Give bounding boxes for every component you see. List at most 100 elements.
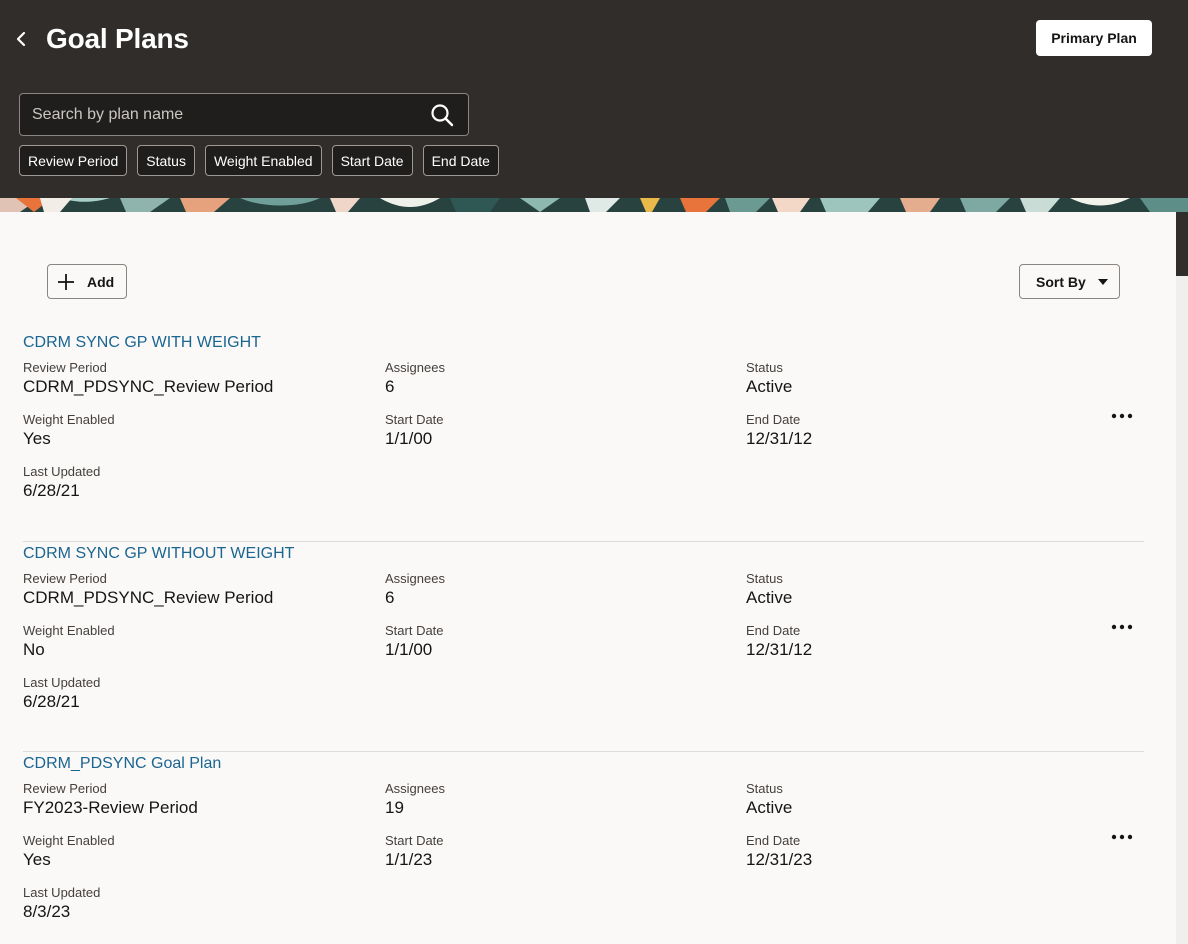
start-date-field: Start Date 1/1/00: [385, 412, 715, 449]
more-horizontal-icon: [1111, 624, 1133, 630]
sort-by-button[interactable]: Sort By: [1019, 264, 1120, 299]
scrollbar-track[interactable]: [1176, 212, 1188, 944]
field-label: Start Date: [385, 623, 444, 638]
page-title: Goal Plans: [46, 23, 189, 54]
field-label: Start Date: [385, 833, 444, 848]
field-label: Weight Enabled: [23, 623, 115, 638]
search-input[interactable]: [32, 94, 422, 135]
filter-chip-review-period[interactable]: Review Period: [19, 145, 128, 176]
start-date-field: Start Date 1/1/00: [385, 623, 715, 660]
status-field: Status Active: [746, 781, 1076, 818]
header-illustration: [0, 198, 1188, 212]
weight-enabled-field: Weight Enabled No: [23, 623, 353, 660]
field-value: 1/1/23: [385, 850, 433, 869]
last-updated-field: Last Updated 6/28/21: [23, 675, 353, 712]
field-value: CDRM_PDSYNC_Review Period: [23, 588, 274, 607]
end-date-field: End Date 12/31/23: [746, 833, 1076, 870]
field-value: CDRM_PDSYNC_Review Period: [23, 377, 274, 396]
chevron-left-icon: [16, 31, 26, 47]
field-value: Yes: [23, 850, 51, 869]
filter-chip-status[interactable]: Status: [137, 145, 195, 176]
goal-plan-card: CDRM SYNC GP WITH WEIGHT Review Period C…: [23, 332, 1144, 542]
page-header: Goal Plans Primary Plan Review Period St…: [0, 0, 1188, 212]
plan-name-link[interactable]: CDRM_PDSYNC Goal Plan: [23, 753, 221, 775]
field-value: 1/1/00: [385, 640, 433, 659]
sort-by-label: Sort By: [1036, 273, 1086, 290]
field-value: Active: [746, 377, 793, 396]
assignees-field: Assignees 6: [385, 360, 715, 397]
field-value: 12/31/12: [746, 640, 813, 659]
start-date-field: Start Date 1/1/23: [385, 833, 715, 870]
weight-enabled-field: Weight Enabled Yes: [23, 833, 353, 870]
goal-plan-card: CDRM SYNC GP WITHOUT WEIGHT Review Perio…: [23, 542, 1144, 752]
last-updated-field: Last Updated 8/3/23: [23, 885, 353, 922]
field-value: No: [23, 640, 45, 659]
plan-name-link[interactable]: CDRM SYNC GP WITHOUT WEIGHT: [23, 543, 294, 565]
field-label: End Date: [746, 833, 801, 848]
field-value: 6: [385, 588, 395, 607]
assignees-field: Assignees 19: [385, 781, 715, 818]
field-label: Start Date: [385, 412, 444, 427]
field-label: Weight Enabled: [23, 412, 115, 427]
status-field: Status Active: [746, 571, 1076, 608]
field-value: 12/31/23: [746, 850, 813, 869]
filter-chips: Review Period Status Weight Enabled Star…: [19, 145, 499, 176]
more-horizontal-icon: [1111, 413, 1133, 419]
field-label: Assignees: [385, 571, 445, 586]
field-value: 6/28/21: [23, 481, 80, 500]
more-actions-button[interactable]: [1105, 825, 1139, 849]
filter-chip-end-date[interactable]: End Date: [422, 145, 499, 176]
field-label: Last Updated: [23, 675, 101, 690]
field-label: End Date: [746, 623, 801, 638]
assignees-field: Assignees 6: [385, 571, 715, 608]
primary-plan-button[interactable]: Primary Plan: [1036, 20, 1152, 56]
review-period-field: Review Period CDRM_PDSYNC_Review Period: [23, 571, 353, 608]
field-label: Assignees: [385, 781, 445, 796]
filter-chip-start-date[interactable]: Start Date: [331, 145, 413, 176]
field-label: End Date: [746, 412, 801, 427]
field-label: Review Period: [23, 571, 107, 586]
review-period-field: Review Period FY2023-Review Period: [23, 781, 353, 818]
field-value: 6: [385, 377, 395, 396]
field-label: Review Period: [23, 781, 107, 796]
search-box: [19, 93, 469, 136]
field-label: Last Updated: [23, 464, 101, 479]
more-actions-button[interactable]: [1105, 404, 1139, 428]
end-date-field: End Date 12/31/12: [746, 623, 1076, 660]
field-value: 19: [385, 798, 404, 817]
more-horizontal-icon: [1111, 834, 1133, 840]
field-label: Weight Enabled: [23, 833, 115, 848]
field-value: 8/3/23: [23, 902, 71, 921]
field-value: FY2023-Review Period: [23, 798, 198, 817]
scrollbar-thumb[interactable]: [1176, 212, 1188, 276]
goal-plan-list: CDRM SYNC GP WITH WEIGHT Review Period C…: [23, 332, 1144, 944]
add-button-label: Add: [87, 273, 115, 290]
status-field: Status Active: [746, 360, 1076, 397]
caret-down-icon: [1097, 278, 1108, 285]
more-actions-button[interactable]: [1105, 615, 1139, 639]
review-period-field: Review Period CDRM_PDSYNC_Review Period: [23, 360, 353, 397]
field-label: Status: [746, 360, 783, 375]
field-value: 6/28/21: [23, 692, 80, 711]
field-label: Status: [746, 571, 783, 586]
field-label: Last Updated: [23, 885, 101, 900]
field-value: Yes: [23, 429, 51, 448]
add-button[interactable]: Add: [47, 264, 127, 299]
field-value: Active: [746, 588, 793, 607]
main-content: Add Sort By CDRM SYNC GP WITH WEIGHT Rev…: [0, 212, 1176, 944]
field-label: Status: [746, 781, 783, 796]
field-value: Active: [746, 798, 793, 817]
end-date-field: End Date 12/31/12: [746, 412, 1076, 449]
goal-plan-card: CDRM_PDSYNC Goal Plan Review Period FY20…: [23, 752, 1144, 944]
field-label: Review Period: [23, 360, 107, 375]
field-value: 12/31/12: [746, 429, 813, 448]
back-button[interactable]: [8, 26, 34, 52]
field-label: Assignees: [385, 360, 445, 375]
filter-chip-weight-enabled[interactable]: Weight Enabled: [204, 145, 322, 176]
search-icon[interactable]: [430, 103, 454, 127]
weight-enabled-field: Weight Enabled Yes: [23, 412, 353, 449]
plus-icon: [58, 273, 74, 290]
plan-name-link[interactable]: CDRM SYNC GP WITH WEIGHT: [23, 332, 261, 354]
last-updated-field: Last Updated 6/28/21: [23, 464, 353, 501]
field-value: 1/1/00: [385, 429, 433, 448]
